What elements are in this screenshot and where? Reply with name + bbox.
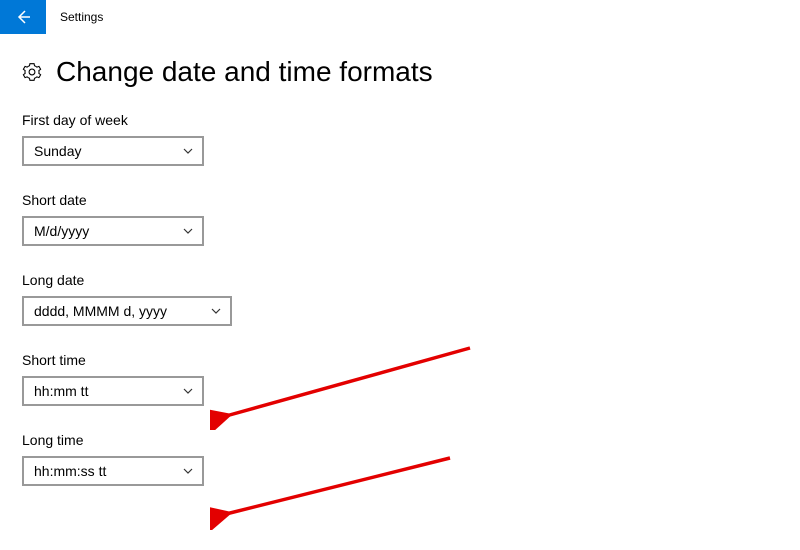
field-label: Long time (22, 432, 800, 448)
back-arrow-icon (14, 8, 32, 26)
chevron-down-icon (182, 385, 194, 397)
field-short-date: Short date M/d/yyyy (22, 192, 800, 246)
app-title: Settings (60, 10, 103, 24)
page-title: Change date and time formats (56, 56, 433, 88)
dropdown-value: Sunday (34, 143, 81, 159)
long-time-dropdown[interactable]: hh:mm:ss tt (22, 456, 204, 486)
field-label: Long date (22, 272, 800, 288)
short-time-dropdown[interactable]: hh:mm tt (22, 376, 204, 406)
page-heading-row: Change date and time formats (22, 56, 800, 88)
chevron-down-icon (182, 465, 194, 477)
short-date-dropdown[interactable]: M/d/yyyy (22, 216, 204, 246)
dropdown-value: M/d/yyyy (34, 223, 89, 239)
gear-icon (22, 62, 42, 82)
title-bar: Settings (0, 0, 800, 34)
dropdown-value: dddd, MMMM d, yyyy (34, 303, 167, 319)
long-date-dropdown[interactable]: dddd, MMMM d, yyyy (22, 296, 232, 326)
field-label: Short date (22, 192, 800, 208)
content-area: Change date and time formats First day o… (0, 34, 800, 486)
chevron-down-icon (182, 145, 194, 157)
chevron-down-icon (182, 225, 194, 237)
field-short-time: Short time hh:mm tt (22, 352, 800, 406)
back-button[interactable] (0, 0, 46, 34)
field-long-date: Long date dddd, MMMM d, yyyy (22, 272, 800, 326)
field-label: Short time (22, 352, 800, 368)
chevron-down-icon (210, 305, 222, 317)
dropdown-value: hh:mm tt (34, 383, 88, 399)
field-long-time: Long time hh:mm:ss tt (22, 432, 800, 486)
field-label: First day of week (22, 112, 800, 128)
field-first-day-of-week: First day of week Sunday (22, 112, 800, 166)
dropdown-value: hh:mm:ss tt (34, 463, 106, 479)
first-day-of-week-dropdown[interactable]: Sunday (22, 136, 204, 166)
